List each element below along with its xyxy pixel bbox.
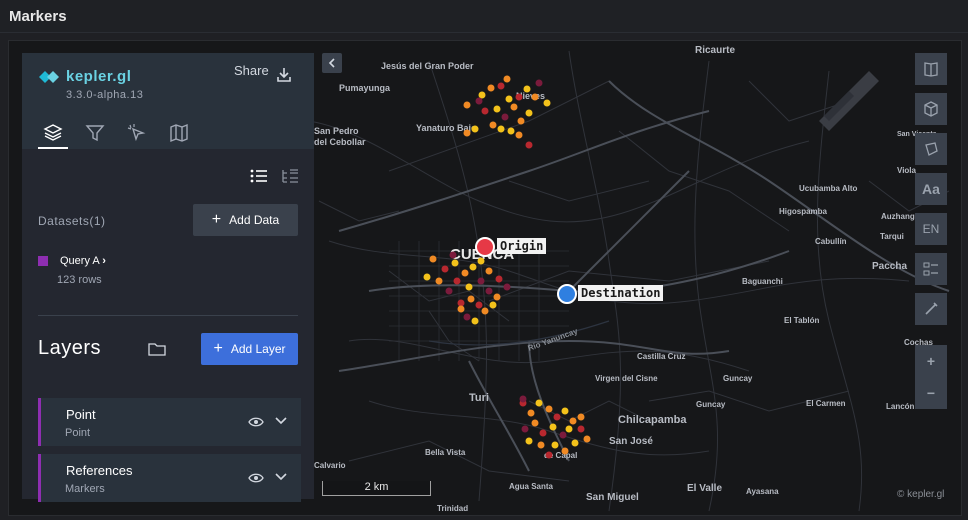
filter-icon [85,125,105,142]
plus-icon: + [211,211,222,228]
split-map-button[interactable] [915,53,947,85]
cube-icon [924,101,938,117]
plus-icon: + [926,353,936,369]
wand-icon [925,302,938,315]
map-frame: Ricaurte Jesús del Gran Poder Pumayunga … [8,40,962,516]
svg-text:Pumayunga: Pumayunga [339,83,391,93]
svg-text:Higospamba: Higospamba [779,207,828,216]
svg-text:Chilcapamba: Chilcapamba [618,414,687,426]
svg-text:Bella Vista: Bella Vista [425,448,466,457]
add-data-label: Add Data [229,213,280,227]
list-view-icon[interactable] [250,168,268,184]
tab-filters[interactable] [80,121,110,147]
plus-icon: + [213,340,223,357]
add-data-button[interactable]: + Add Data [193,204,298,236]
brand-name: kepler.gl [66,68,132,85]
text-label-button[interactable]: Aa [915,173,947,205]
3d-view-button[interactable] [915,93,947,125]
kepler-logo-icon [39,71,59,83]
legend-icon [923,262,938,276]
svg-text:del Cebollar: del Cebollar [314,137,366,147]
svg-text:Ayasana: Ayasana [746,487,779,496]
attribution[interactable]: © kepler.gl [897,489,944,500]
panel-header: kepler.gl 3.3.0-alpha.13 Share [22,53,314,149]
legend-button[interactable] [915,253,947,285]
add-layer-button[interactable]: + Add Layer [201,333,298,365]
datasets-label: Datasets(1) [38,214,106,228]
download-icon[interactable] [276,67,292,83]
tab-layers[interactable] [38,121,68,149]
svg-text:Guncay: Guncay [723,374,753,383]
dataset-color-swatch [38,256,48,266]
layer-item-references[interactable]: References Markers [38,454,301,502]
chevron-right-icon: › [102,255,106,267]
svg-text:El Valle: El Valle [687,483,722,494]
svg-text:Jesús del Gran Poder: Jesús del Gran Poder [381,61,474,71]
origin-label: Origin [497,238,547,254]
map-icon [170,123,188,143]
svg-text:Guncay: Guncay [696,400,726,409]
destination-label: Destination [578,285,664,301]
add-layer-label: Add Layer [230,342,286,356]
window-titlebar: Markers [0,0,968,33]
svg-text:San José: San José [609,436,653,447]
svg-text:El Carmen: El Carmen [806,399,846,408]
book-icon [924,62,938,77]
svg-text:Lancón: Lancón [886,402,915,411]
scale-bar: 2 km [322,481,431,496]
svg-text:Virgen del Cisne: Virgen del Cisne [595,374,658,383]
collapse-panel-button[interactable] [322,53,342,73]
draw-polygon-button[interactable] [915,133,947,165]
svg-text:San Pedro: San Pedro [314,126,359,136]
eye-icon[interactable] [248,470,264,486]
zoom-in-button[interactable]: + [915,345,947,377]
chevron-left-icon [328,58,335,68]
map-draw-button[interactable] [915,293,947,325]
side-panel: kepler.gl 3.3.0-alpha.13 Share Datasets(… [22,53,314,502]
svg-text:Calvario: Calvario [314,461,346,470]
share-button[interactable]: Share [234,63,269,78]
svg-text:Ucubamba Alto: Ucubamba Alto [799,184,857,193]
dataset-name-text: Query A [60,255,100,267]
section-divider [38,315,298,316]
layer-type: Point [65,427,91,439]
svg-text:Agua Santa: Agua Santa [509,482,554,491]
layers-title: Layers [38,337,102,359]
layer-item-point[interactable]: Point Point [38,398,301,446]
svg-text:Tarqui: Tarqui [880,232,904,241]
svg-text:Castilla Cruz: Castilla Cruz [637,352,685,361]
svg-text:Paccha: Paccha [872,261,907,272]
destination-marker [557,284,577,304]
polygon-icon [925,142,938,156]
svg-text:Viola: Viola [897,166,917,175]
tree-view-icon[interactable] [281,168,299,184]
svg-text:Baguanchi: Baguanchi [742,277,783,286]
svg-text:Cabullín: Cabullín [815,237,847,246]
window-title: Markers [9,8,67,25]
folder-icon[interactable] [148,341,166,357]
origin-marker [475,237,495,257]
cursor-icon [127,124,146,142]
svg-text:San Miguel: San Miguel [586,492,639,503]
dataset-name[interactable]: Query A › [60,255,106,267]
svg-text:El Tablón: El Tablón [784,316,820,325]
minus-icon: − [926,385,936,401]
chevron-down-icon[interactable] [274,470,288,484]
version-label: 3.3.0-alpha.13 [66,89,144,101]
locale-button[interactable]: EN [915,213,947,245]
layer-name: References [66,463,133,478]
layer-name: Point [66,407,96,422]
layer-type: Markers [65,483,105,495]
zoom-out-button[interactable]: − [915,377,947,409]
svg-text:Turi: Turi [469,392,489,404]
layers-icon [43,124,63,141]
eye-icon[interactable] [248,414,264,430]
svg-text:Auzhang: Auzhang [881,212,915,221]
tab-interactions[interactable] [122,121,152,147]
dataset-rows: 123 rows [57,274,102,286]
chevron-down-icon[interactable] [274,414,288,428]
tab-basemap[interactable] [164,121,194,147]
svg-text:Trinidad: Trinidad [437,504,468,513]
place-label: Ricaurte [695,45,735,56]
